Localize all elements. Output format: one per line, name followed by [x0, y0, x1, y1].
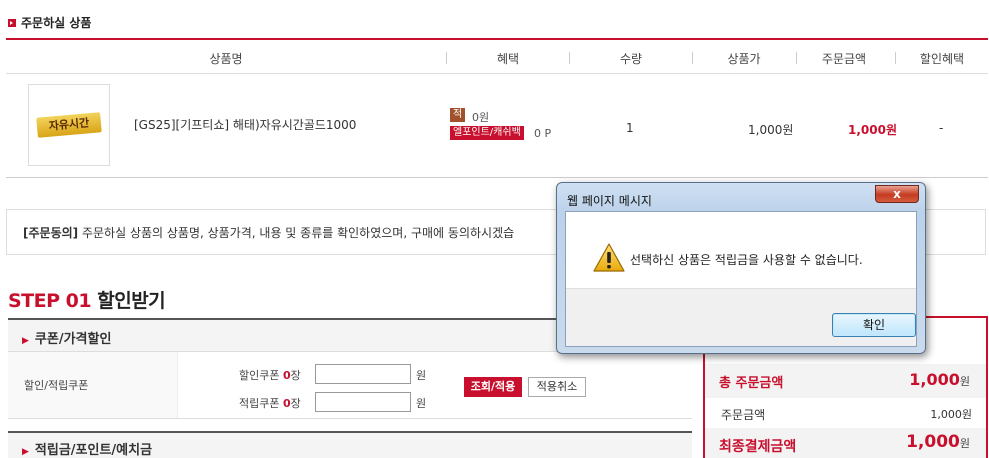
- col-order: 주문금액: [821, 52, 867, 66]
- summary-total-label: 총 주문금액: [719, 376, 784, 391]
- discount-coupon-count: 0: [282, 369, 291, 382]
- save-coupon-count: 0: [282, 397, 291, 410]
- summary-final-row: 최종결제금액 1,000원: [705, 428, 986, 458]
- save-coupon-text: 적립쿠폰: [239, 397, 280, 410]
- triangle-right-icon: ▶: [22, 336, 29, 346]
- summary-order-value: 1,000원: [930, 408, 972, 421]
- triangle-right-icon: ▶: [22, 447, 29, 457]
- product-image[interactable]: 자유시간: [28, 84, 110, 166]
- won-unit: 원: [416, 369, 427, 382]
- benefit-points-value: 0원: [472, 111, 490, 124]
- coupon-row-label: 할인/적립쿠폰: [8, 352, 178, 418]
- summary-total-row: 총 주문금액 1,000원: [705, 364, 986, 398]
- benefit-badge-lpoint: 엘포인트/캐쉬백: [450, 126, 524, 140]
- summary-final-value: 1,000: [906, 432, 960, 452]
- agreement-text: 주문하실 상품의 상품명, 상품가격, 내용 및 종류를 확인하였으며, 구매에…: [81, 226, 515, 240]
- coupon-header-text: 쿠폰/가격할인: [34, 332, 112, 347]
- step-title: STEP 01 할인받기: [8, 286, 166, 313]
- discount-coupon-label: 할인쿠폰 0장: [239, 367, 301, 383]
- product-image-text: 자유시간: [36, 112, 102, 138]
- summary-order-row: 주문금액 1,000원: [705, 398, 986, 428]
- discount-coupon-text: 할인쿠폰: [239, 369, 280, 382]
- summary-total-value: 1,000: [909, 370, 960, 389]
- benefit-badge-points: 적: [450, 108, 466, 122]
- col-qty: 수량: [619, 52, 643, 66]
- dialog-message: 선택하신 상품은 적립금을 사용할 수 없습니다.: [630, 253, 863, 267]
- agreement-label: [주문동의]: [23, 226, 79, 240]
- benefit-lpoint-value: 0 P: [534, 127, 552, 140]
- col-benefit: 혜택: [496, 52, 520, 66]
- step-number: STEP 01: [8, 290, 92, 312]
- won-unit: 원: [959, 437, 970, 450]
- section-title-text: 주문하실 상품: [21, 16, 92, 30]
- col-price: 상품가: [727, 52, 761, 66]
- ok-button[interactable]: 확인: [832, 313, 916, 337]
- save-coupon-label: 적립쿠폰 0장: [239, 395, 301, 411]
- summary-order-label: 주문금액: [721, 408, 766, 422]
- discount-coupon-input[interactable]: [315, 364, 411, 384]
- coupon-apply-button[interactable]: 조회/적용: [464, 377, 522, 397]
- bullet-icon: [8, 18, 16, 27]
- product-price: 1,000원: [748, 123, 794, 137]
- section-title: 주문하실 상품: [8, 14, 91, 31]
- message-dialog: 웹 페이지 메시지 x 선택하신 상품은 적립금을 사용할 수 없습니다. 확인: [556, 182, 926, 354]
- col-product: 상품명: [209, 52, 243, 66]
- coupon-cancel-button[interactable]: 적용취소: [528, 377, 586, 397]
- won-unit: 원: [416, 397, 427, 410]
- divider: [8, 418, 692, 419]
- save-coupon-unit: 장: [290, 397, 301, 410]
- product-order-amount: 1,000원: [848, 123, 897, 137]
- points-header-text: 적립금/포인트/예치금: [34, 443, 153, 458]
- points-header[interactable]: ▶ 적립금/포인트/예치금: [8, 431, 692, 458]
- product-qty: 1: [626, 121, 634, 135]
- discount-coupon-unit: 장: [290, 369, 301, 382]
- warning-icon: [593, 243, 625, 272]
- dialog-title: 웹 페이지 메시지: [567, 194, 652, 208]
- save-coupon-input[interactable]: [315, 392, 411, 412]
- product-name[interactable]: [GS25][기프티쇼] 해태)자유시간골드1000: [134, 116, 356, 133]
- dialog-close-button[interactable]: x: [875, 185, 919, 203]
- product-discount: -: [939, 121, 944, 135]
- divider: [6, 177, 988, 178]
- col-discount: 할인혜택: [919, 52, 965, 66]
- summary-final-label: 최종결제금액: [719, 439, 797, 455]
- dialog-body: 선택하신 상품은 적립금을 사용할 수 없습니다. 확인: [565, 211, 917, 347]
- table-header: 상품명 혜택 수량 상품가 주문금액 할인혜택: [6, 40, 988, 74]
- won-unit: 원: [959, 375, 970, 388]
- step-label: 할인받기: [97, 290, 166, 312]
